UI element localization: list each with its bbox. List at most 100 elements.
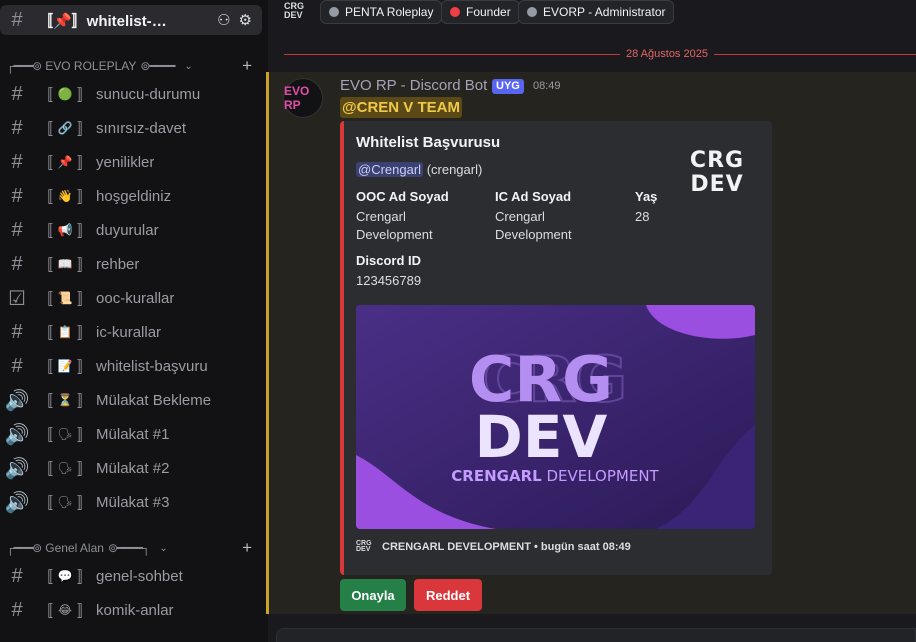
role-chip[interactable]: PENTA Roleplay — [320, 0, 443, 24]
embed-user-line: @Crengarl (crengarl) — [356, 162, 482, 177]
date-divider — [284, 54, 916, 55]
category-evo-roleplay[interactable]: ┌━━━⊚ EVO ROLEPLAY ⊚━━━━ ⌄ + — [6, 56, 258, 76]
channel-label: sınırsız-davet — [96, 119, 187, 137]
text-channel-icon: # — [11, 116, 23, 139]
channel-emoji: ⏳ — [57, 393, 73, 407]
text-channel-icon: # — [11, 8, 23, 31]
channel-label: Mülakat Bekleme — [96, 391, 212, 409]
crg-dev-logo: CRG DEV — [690, 148, 744, 197]
reject-button[interactable]: Reddet — [414, 579, 482, 611]
active-channel-label: 〚📌〛whitelist-başv... — [38, 12, 168, 30]
text-channel-icon: # — [11, 252, 23, 275]
chevron-down-icon: ⌄ — [159, 542, 168, 554]
user-mention[interactable]: @Crengarl — [356, 162, 424, 177]
app-badge: UYG — [492, 79, 524, 94]
field-name: Discord ID — [356, 253, 422, 268]
bracket-close: 〛 — [77, 426, 93, 444]
sidebar-channel-item[interactable]: 🔊 〚 🗣 〛 Mülakat #2 — [0, 453, 262, 483]
sidebar-channel-item[interactable]: # 〚 💬 〛 genel-sohbet — [0, 561, 262, 591]
bracket-close: 〛 — [77, 602, 93, 620]
channel-label: komik-anlar — [96, 601, 174, 619]
add-channel-icon[interactable]: + — [242, 538, 252, 558]
server-logo: CRG DEV — [284, 1, 304, 20]
add-member-icon[interactable]: ⚇ — [217, 11, 230, 29]
sidebar-channel-item[interactable]: # 〚 📖 〛 rehber — [0, 249, 262, 279]
role-label: EVORP - Administrator — [543, 5, 666, 19]
bracket-close: 〛 — [77, 222, 93, 240]
message-timestamp: 08:49 — [533, 80, 561, 92]
user-name: (crengarl) — [426, 162, 483, 177]
sidebar-channel-item[interactable]: # 〚 👋 〛 hoşgeldiniz — [0, 181, 262, 211]
text-channel-icon: # — [11, 598, 23, 621]
embed-image[interactable]: CRG CRG DEV CRENGARL DEVELOPMENT — [356, 305, 755, 529]
rules-channel-icon: ☑ — [8, 287, 26, 310]
channel-label: Mülakat #1 — [96, 425, 170, 443]
sidebar-channel-item[interactable]: # 〚 📝 〛 whitelist-başvuru — [0, 351, 262, 381]
text-channel-icon: # — [11, 218, 23, 241]
category-deco: ⊚━━━━ — [140, 59, 175, 73]
role-label: PENTA Roleplay — [345, 5, 434, 19]
sidebar-channel-item[interactable]: 🔊 〚 ⏳ 〛 Mülakat Bekleme — [0, 385, 262, 415]
author-name[interactable]: EVO RP - Discord Bot — [340, 77, 487, 94]
channel-emoji: 💬 — [57, 569, 73, 583]
bracket-close: 〛 — [77, 324, 93, 342]
category-deco: ⊚━━━━┐ — [107, 541, 150, 555]
approve-button[interactable]: Onayla — [340, 579, 406, 611]
message-input[interactable] — [276, 628, 916, 642]
channel-emoji: 🗣 — [57, 427, 73, 441]
voice-channel-icon: 🔊 — [4, 389, 30, 412]
footer-logo-icon: CRG DEV — [356, 540, 372, 553]
category-genel-alan[interactable]: ┌━━━⊚ Genel Alan ⊚━━━━┐ ⌄ + — [6, 538, 258, 558]
bracket-open: 〚 — [38, 188, 54, 206]
bracket-open: 〚 — [38, 290, 54, 308]
svg-text:CRG: CRG — [690, 148, 744, 173]
text-channel-icon: # — [11, 184, 23, 207]
embed: Whitelist Başvurusu @Crengarl (crengarl)… — [340, 121, 772, 575]
bracket-close: 〛 — [77, 290, 93, 308]
add-channel-icon[interactable]: + — [242, 56, 252, 76]
sidebar-channel-item[interactable]: # 〚 🔗 〛 sınırsız-davet — [0, 113, 262, 143]
text-channel-icon: # — [11, 354, 23, 377]
voice-channel-icon: 🔊 — [4, 423, 30, 446]
bracket-close: 〛 — [77, 460, 93, 478]
svg-text:DEV: DEV — [690, 172, 743, 197]
bracket-close: 〛 — [77, 86, 93, 104]
avatar[interactable]: EVO RP — [283, 78, 323, 118]
bracket-close: 〛 — [77, 358, 93, 376]
sidebar-channel-item[interactable]: # 〚 📢 〛 duyurular — [0, 215, 262, 245]
svg-text:CRENGARL DEVELOPMENT: CRENGARL DEVELOPMENT — [451, 467, 659, 485]
channel-label: rehber — [96, 255, 140, 273]
channel-emoji: 🗣 — [57, 461, 73, 475]
sidebar-channel-item[interactable]: 🔊 〚 🗣 〛 Mülakat #3 — [0, 487, 262, 517]
sidebar-channel-item[interactable]: ☑ 〚 📜 〛 ooc-kurallar — [0, 283, 262, 313]
bracket-close: 〛 — [77, 154, 93, 172]
role-chip[interactable]: EVORP - Administrator — [518, 0, 675, 24]
field-value: 28 — [635, 209, 650, 224]
channel-emoji: 📋 — [57, 325, 73, 339]
bracket-close: 〛 — [77, 494, 93, 512]
embed-title: Whitelist Başvurusu — [356, 134, 501, 151]
active-channel[interactable]: # 〚📌〛whitelist-başv... ⚇ ⚙ — [0, 5, 262, 35]
channel-emoji: 😂 — [58, 603, 73, 617]
sidebar-channel-item[interactable]: # 〚 🟢 〛 sunucu-durumu — [0, 79, 262, 109]
bracket-open: 〚 — [38, 602, 54, 620]
footer-text: CRENGARL DEVELOPMENT • bugün saat 08:49 — [382, 541, 631, 553]
sidebar-channel-item[interactable]: 🔊 〚 🗣 〛 Mülakat #1 — [0, 419, 262, 449]
channel-sidebar: # 〚📌〛whitelist-başv... ⚇ ⚙ ┌━━━⊚ EVO ROL… — [0, 0, 268, 642]
bracket-close: 〛 — [77, 120, 93, 138]
channel-label: genel-sohbet — [96, 567, 183, 585]
role-color-dot — [329, 7, 339, 17]
chevron-down-icon: ⌄ — [184, 60, 193, 72]
sidebar-channel-item[interactable]: # 〚 📋 〛 ic-kurallar — [0, 317, 262, 347]
role-bar: CRG DEV PENTA Roleplay Founder EVORP - Admi… — [270, 0, 916, 26]
text-channel-icon: # — [11, 564, 23, 587]
gear-icon[interactable]: ⚙ — [239, 11, 252, 29]
channel-label: ooc-kurallar — [96, 289, 175, 307]
embed-thumbnail[interactable]: CRG DEV — [680, 145, 754, 197]
role-mention[interactable]: @CREN V TEAM — [340, 97, 462, 118]
field-value: Crengarl Development — [356, 209, 433, 242]
sidebar-channel-item[interactable]: # 〚 📌 〛 yenilikler — [0, 147, 262, 177]
role-chip[interactable]: Founder — [441, 0, 520, 24]
channel-label: sunucu-durumu — [96, 85, 201, 103]
sidebar-channel-item[interactable]: # 〚 😂 〛 komik-anlar — [0, 595, 262, 625]
